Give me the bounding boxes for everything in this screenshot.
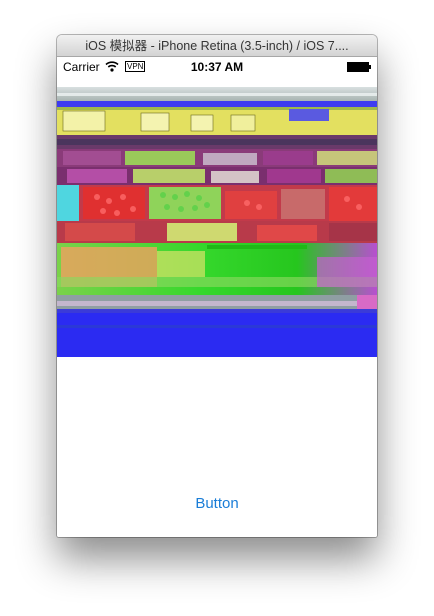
status-bar: Carrier VPN 10:37 AM <box>57 57 377 77</box>
window-title: iOS 模拟器 - iPhone Retina (3.5-inch) / iOS… <box>57 35 377 57</box>
status-time: 10:37 AM <box>190 60 244 74</box>
main-button[interactable]: Button <box>167 489 267 519</box>
device-screen: Carrier VPN 10:37 AM Button <box>57 57 377 537</box>
simulator-window: iOS 模拟器 - iPhone Retina (3.5-inch) / iOS… <box>57 35 377 537</box>
battery-icon <box>347 62 371 72</box>
image-view <box>57 87 377 357</box>
